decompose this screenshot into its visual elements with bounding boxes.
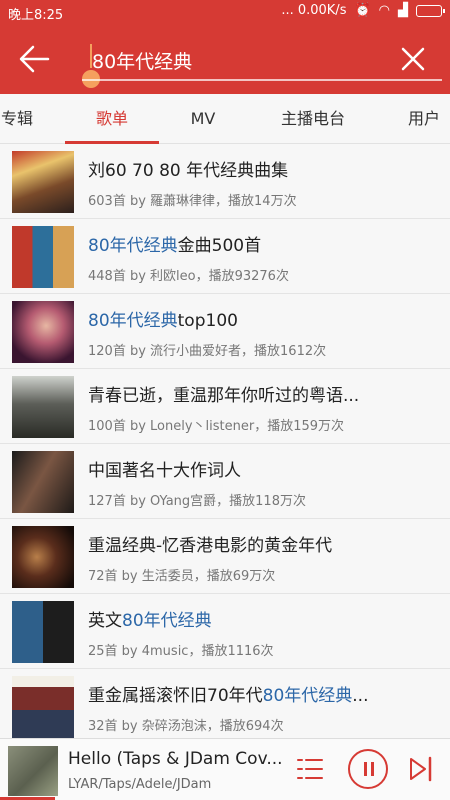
battery-icon <box>416 4 445 17</box>
playlist-meta: 32首 by 杂碎汤泡沫，播放694次 <box>88 719 284 734</box>
tab-users[interactable]: 用户 <box>398 94 450 144</box>
status-bar: 晚上8:25 ... 0.00K/s ⏰ ◠ ▟ <box>0 0 450 24</box>
now-playing-cover[interactable] <box>8 746 58 796</box>
playlist-meta: 603首 by 羅蕭琳律律，播放14万次 <box>88 194 297 209</box>
playlist-cover <box>12 451 74 513</box>
playlist-results: 刘60 70 80 年代经典曲集 603首 by 羅蕭琳律律，播放14万次 80… <box>0 144 450 744</box>
playlist-cover <box>12 151 74 213</box>
tab-mv[interactable]: MV <box>178 94 228 144</box>
playlist-meta: 72首 by 生活委员，播放69万次 <box>88 569 276 584</box>
pause-button[interactable] <box>348 749 388 789</box>
wifi-icon: ◠ <box>378 3 390 18</box>
playlist-cover <box>12 676 74 738</box>
next-icon[interactable] <box>408 755 434 783</box>
playlist-meta: 127首 by OYang宫爵，播放118万次 <box>88 494 306 509</box>
alarm-icon: ⏰ <box>354 3 371 18</box>
list-item[interactable]: 重温经典-忆香港电影的黄金年代 72首 by 生活委员，播放69万次 <box>0 519 450 594</box>
list-item[interactable]: 刘60 70 80 年代经典曲集 603首 by 羅蕭琳律律，播放14万次 <box>0 144 450 219</box>
tab-radio[interactable]: 主播电台 <box>268 94 358 144</box>
list-item[interactable]: 重金属摇滚怀旧70年代80年代经典... 32首 by 杂碎汤泡沫，播放694次 <box>0 669 450 744</box>
playlist-title: 中国著名十大作词人 <box>88 461 241 481</box>
playlist-meta: 120首 by 流行小曲爱好者，播放1612次 <box>88 344 327 359</box>
search-query[interactable]: 80年代经典 <box>92 47 192 74</box>
tab-albums[interactable]: 专辑 <box>0 94 39 144</box>
playlist-cover <box>12 301 74 363</box>
result-tabs: 专辑 歌单 MV 主播电台 用户 <box>0 94 450 144</box>
network-speed: ... 0.00K/s <box>281 3 347 18</box>
search-header: 80年代经典 <box>0 24 450 94</box>
status-indicators: ... 0.00K/s ⏰ ◠ ▟ <box>281 3 445 18</box>
status-time: 晚上8:25 <box>8 8 64 23</box>
playlist-title: 重温经典-忆香港电影的黄金年代 <box>88 536 333 556</box>
now-playing-artist[interactable]: LYAR/Taps/Adele/JDam <box>68 777 211 792</box>
playlist-cover <box>12 226 74 288</box>
list-item[interactable]: 80年代经典top100 120首 by 流行小曲爱好者，播放1612次 <box>0 294 450 369</box>
text-cursor <box>90 44 92 68</box>
playlist-title: 英文80年代经典 <box>88 611 212 631</box>
playlist-icon[interactable] <box>296 757 324 781</box>
search-input[interactable]: 80年代经典 <box>82 36 442 88</box>
now-playing-title[interactable]: Hello (Taps & JDam Cov... <box>68 749 283 769</box>
search-underline <box>82 79 442 81</box>
list-item[interactable]: 中国著名十大作词人 127首 by OYang宫爵，播放118万次 <box>0 444 450 519</box>
playlist-title: 80年代经典金曲500首 <box>88 236 262 256</box>
close-icon[interactable] <box>400 46 426 72</box>
mini-player[interactable]: Hello (Taps & JDam Cov... LYAR/Taps/Adel… <box>0 738 450 800</box>
playlist-meta: 448首 by 利欧leo，播放93276次 <box>88 269 289 284</box>
playlist-title: 重金属摇滚怀旧70年代80年代经典... <box>88 686 369 706</box>
list-item[interactable]: 英文80年代经典 25首 by 4music，播放1116次 <box>0 594 450 669</box>
playlist-meta: 25首 by 4music，播放1116次 <box>88 644 274 659</box>
playlist-cover <box>12 601 74 663</box>
signal-icon: ▟ <box>398 3 408 18</box>
playlist-title: 刘60 70 80 年代经典曲集 <box>88 161 289 181</box>
tab-playlists[interactable]: 歌单 <box>65 94 159 144</box>
playlist-meta: 100首 by Lonely丶listener，播放159万次 <box>88 419 345 434</box>
back-arrow-icon[interactable] <box>18 44 50 74</box>
playlist-cover <box>12 376 74 438</box>
playlist-title: 80年代经典top100 <box>88 311 238 331</box>
list-item[interactable]: 青春已逝，重温那年你听过的粤语... 100首 by Lonely丶listen… <box>0 369 450 444</box>
playlist-cover <box>12 526 74 588</box>
playlist-title: 青春已逝，重温那年你听过的粤语... <box>88 386 360 406</box>
list-item[interactable]: 80年代经典金曲500首 448首 by 利欧leo，播放93276次 <box>0 219 450 294</box>
